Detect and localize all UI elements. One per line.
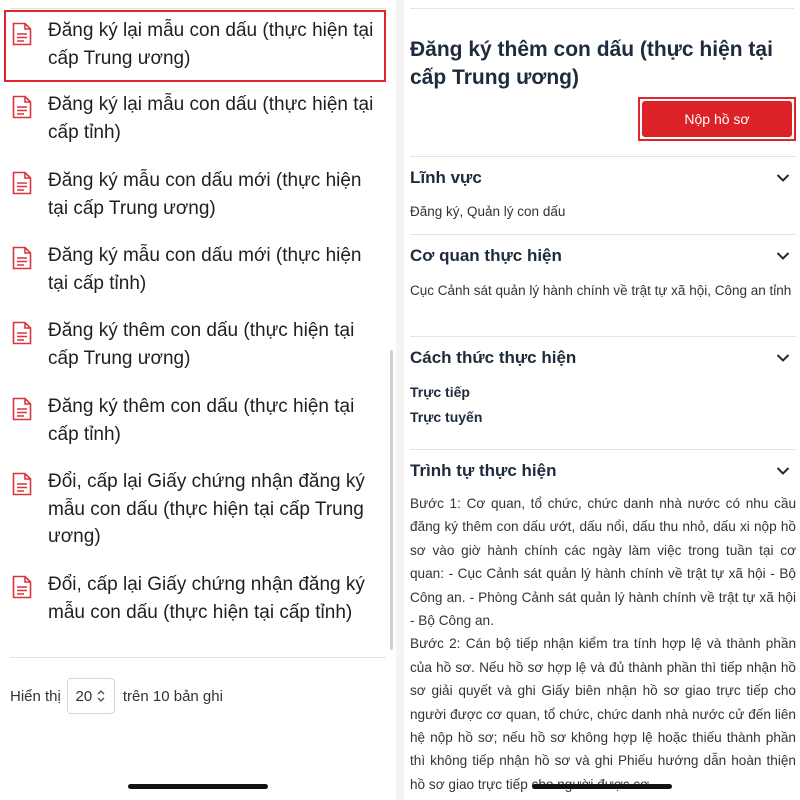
document-icon [12, 95, 32, 119]
procedure-label: Đăng ký lại mẫu con dấu (thực hiện tại c… [48, 20, 374, 69]
procedure-item-2[interactable]: Đăng ký lại mẫu con dấu (thực hiện tại c… [10, 91, 382, 151]
section-agency-header[interactable]: Cơ quan thực hiện [410, 243, 790, 269]
divider [410, 234, 796, 235]
divider [410, 336, 796, 337]
document-icon [12, 397, 32, 421]
document-icon [12, 321, 32, 345]
home-indicator [532, 784, 672, 789]
procedure-label: Đăng ký thêm con dấu (thực hiện tại cấp … [48, 320, 355, 369]
procedure-item-1[interactable]: Đăng ký lại mẫu con dấu (thực hiện tại c… [4, 10, 386, 82]
document-icon [12, 575, 32, 599]
procedure-list-pane: Đăng ký lại mẫu con dấu (thực hiện tại c… [0, 0, 396, 800]
total-records-label: trên 10 bản ghi [122, 687, 223, 705]
divider [410, 8, 794, 9]
section-title: Cơ quan thực hiện [410, 246, 562, 265]
chevron-down-icon[interactable] [776, 464, 790, 478]
show-label: Hiển thị [10, 687, 61, 705]
section-title: Trình tự thực hiện [410, 461, 557, 480]
section-steps-header[interactable]: Trình tự thực hiện [410, 458, 790, 484]
procedure-label: Đổi, cấp lại Giấy chứng nhận đăng ký mẫu… [48, 574, 365, 623]
procedure-label: Đăng ký mẫu con dấu mới (thực hiện tại c… [48, 245, 362, 294]
section-steps-body: Bước 1: Cơ quan, tổ chức, chức danh nhà … [410, 492, 796, 796]
section-method-body: Trực tiếp Trực tuyến [410, 380, 796, 429]
chevron-down-icon[interactable] [776, 249, 790, 263]
pane-separator [396, 0, 404, 800]
updown-chevron-icon [97, 690, 105, 702]
scrollbar[interactable] [390, 350, 393, 650]
procedure-label: Đổi, cấp lại Giấy chứng nhận đăng ký mẫu… [48, 471, 365, 547]
method-item: Trực tiếp [410, 384, 470, 400]
chevron-down-icon[interactable] [776, 171, 790, 185]
submit-application-button[interactable]: Nộp hồ sơ [642, 101, 792, 137]
document-icon [12, 22, 32, 46]
divider [10, 8, 386, 9]
pagination: Hiển thị 20 trên 10 bản ghi [10, 678, 223, 714]
section-agency-body: Cục Cảnh sát quản lý hành chính về trật … [410, 283, 792, 298]
divider [410, 156, 796, 157]
section-method-header[interactable]: Cách thức thực hiện [410, 345, 790, 371]
procedure-item-3[interactable]: Đăng ký mẫu con dấu mới (thực hiện tại c… [10, 167, 382, 227]
page-size-value: 20 [75, 687, 93, 705]
method-item: Trực tuyến [410, 408, 483, 425]
procedure-item-8[interactable]: Đổi, cấp lại Giấy chứng nhận đăng ký mẫu… [10, 571, 382, 631]
step-paragraph: Bước 2: Cán bộ tiếp nhận kiểm tra tính h… [410, 636, 796, 792]
divider [10, 657, 386, 658]
section-title: Cách thức thực hiện [410, 348, 577, 367]
submit-button-highlight: Nộp hồ sơ [638, 97, 796, 141]
procedure-label: Đăng ký thêm con dấu (thực hiện tại cấp … [48, 396, 355, 445]
document-icon [12, 171, 32, 195]
page-size-select[interactable]: 20 [66, 678, 115, 714]
procedure-item-5[interactable]: Đăng ký thêm con dấu (thực hiện tại cấp … [10, 317, 382, 377]
procedure-item-7[interactable]: Đổi, cấp lại Giấy chứng nhận đăng ký mẫu… [10, 468, 382, 556]
section-title: Lĩnh vực [410, 168, 482, 187]
section-field-header[interactable]: Lĩnh vực [410, 165, 790, 191]
page-title: Đăng ký thêm con dấu (thực hiện tại cấp … [410, 38, 773, 89]
chevron-down-icon[interactable] [776, 351, 790, 365]
procedure-label: Đăng ký mẫu con dấu mới (thực hiện tại c… [48, 170, 362, 219]
document-icon [12, 246, 32, 270]
document-icon [12, 472, 32, 496]
procedure-detail-pane: Đăng ký thêm con dấu (thực hiện tại cấp … [404, 0, 800, 800]
section-field-body: Đăng ký, Quản lý con dấu [410, 204, 566, 219]
procedure-label: Đăng ký lại mẫu con dấu (thực hiện tại c… [48, 94, 374, 143]
procedure-item-4[interactable]: Đăng ký mẫu con dấu mới (thực hiện tại c… [10, 242, 382, 302]
divider [410, 449, 796, 450]
home-indicator [128, 784, 268, 789]
step-paragraph: Bước 1: Cơ quan, tổ chức, chức danh nhà … [410, 496, 796, 629]
procedure-item-6[interactable]: Đăng ký thêm con dấu (thực hiện tại cấp … [10, 393, 382, 453]
